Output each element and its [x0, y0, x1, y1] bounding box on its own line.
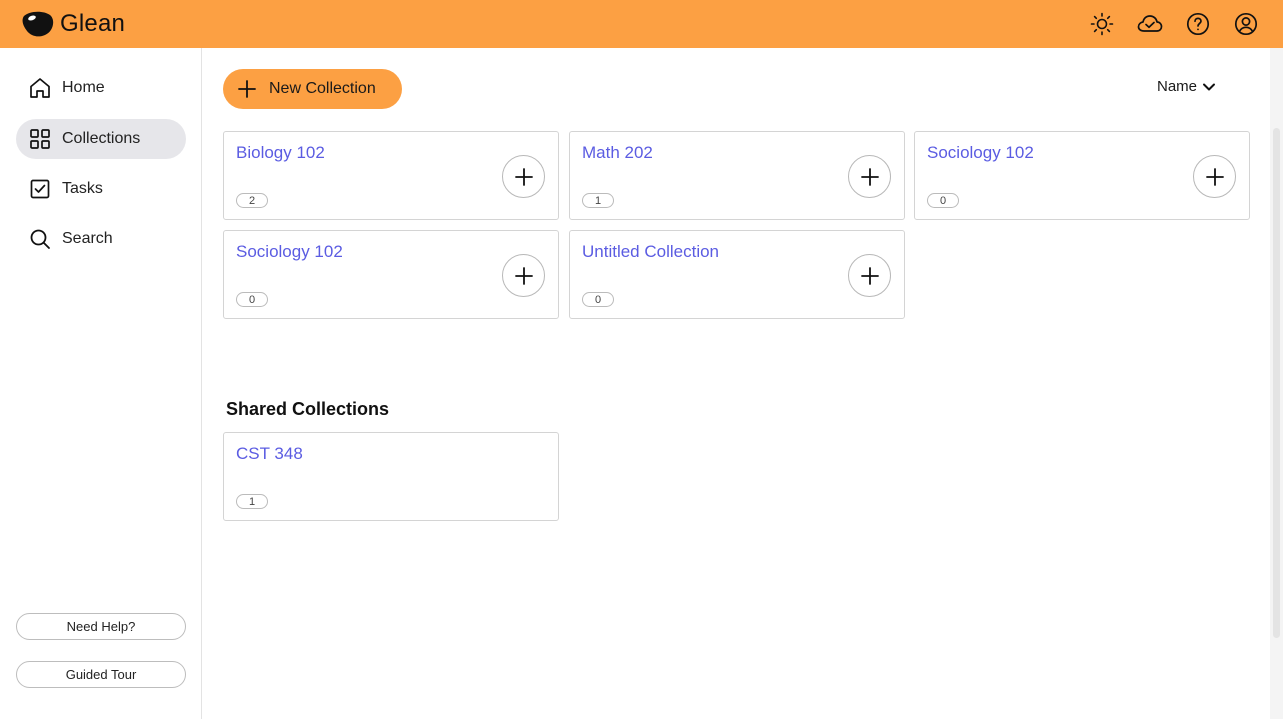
item-count-badge: 0: [582, 292, 614, 307]
item-count-badge: 1: [236, 494, 268, 509]
plus-icon: [238, 80, 256, 98]
sort-dropdown[interactable]: Name: [1157, 78, 1216, 95]
item-count-badge: 1: [582, 193, 614, 208]
app-logo[interactable]: Glean: [21, 10, 125, 38]
collection-title[interactable]: CST 348: [236, 444, 303, 464]
add-to-collection-button[interactable]: [502, 155, 545, 198]
help-icon[interactable]: [1185, 11, 1211, 37]
account-icon[interactable]: [1233, 11, 1259, 37]
top-bar: Glean: [0, 0, 1283, 48]
chevron-down-icon: [1203, 83, 1216, 90]
collection-card[interactable]: Biology 102 2: [223, 131, 559, 220]
collection-title[interactable]: Sociology 102: [236, 242, 343, 262]
guided-tour-button[interactable]: Guided Tour: [16, 661, 186, 688]
shared-collection-card[interactable]: CST 348 1: [223, 432, 559, 521]
collection-title[interactable]: Untitled Collection: [582, 242, 719, 262]
add-to-collection-button[interactable]: [848, 254, 891, 297]
item-count-badge: 0: [927, 193, 959, 208]
collection-card[interactable]: Sociology 102 0: [914, 131, 1250, 220]
sidebar-item-label: Collections: [62, 130, 141, 147]
new-collection-button[interactable]: New Collection: [223, 69, 402, 109]
glean-logo-icon: [22, 11, 54, 37]
sidebar-item-label: Search: [62, 230, 113, 247]
need-help-button[interactable]: Need Help?: [16, 613, 186, 640]
item-count-badge: 0: [236, 292, 268, 307]
sun-icon[interactable]: [1089, 11, 1115, 37]
shared-collections-heading: Shared Collections: [226, 399, 390, 419]
sidebar-item-home[interactable]: Home: [16, 68, 186, 108]
add-to-collection-button[interactable]: [1193, 155, 1236, 198]
cloud-check-icon[interactable]: [1137, 11, 1163, 37]
plus-icon: [514, 266, 533, 285]
sidebar-item-search[interactable]: Search: [16, 219, 186, 259]
collection-card[interactable]: Sociology 102 0: [223, 230, 559, 319]
collection-title[interactable]: Biology 102: [236, 143, 325, 163]
new-collection-label: New Collection: [269, 80, 376, 97]
sidebar-item-collections[interactable]: Collections: [16, 119, 186, 159]
sort-label: Name: [1157, 78, 1198, 95]
top-actions: [1089, 0, 1259, 48]
app-name: Glean: [60, 10, 126, 37]
collection-card[interactable]: Math 202 1: [569, 131, 905, 220]
search-icon: [28, 227, 52, 251]
item-count-badge: 2: [236, 193, 268, 208]
scrollbar-thumb[interactable]: [1273, 128, 1280, 638]
plus-icon: [1205, 167, 1224, 186]
sidebar-item-label: Home: [62, 79, 105, 96]
add-to-collection-button[interactable]: [502, 254, 545, 297]
plus-icon: [514, 167, 533, 186]
plus-icon: [860, 266, 879, 285]
checkbox-icon: [28, 177, 52, 201]
collection-card[interactable]: Untitled Collection 0: [569, 230, 905, 319]
grid-icon: [28, 127, 52, 151]
sidebar: Home Collections Tasks Search Need Help?…: [0, 48, 202, 719]
add-to-collection-button[interactable]: [848, 155, 891, 198]
plus-icon: [860, 167, 879, 186]
sidebar-item-label: Tasks: [62, 180, 103, 197]
scrollbar[interactable]: [1270, 48, 1283, 719]
sidebar-item-tasks[interactable]: Tasks: [16, 169, 186, 209]
collection-title[interactable]: Math 202: [582, 143, 653, 163]
home-icon: [28, 76, 52, 100]
collection-title[interactable]: Sociology 102: [927, 143, 1034, 163]
